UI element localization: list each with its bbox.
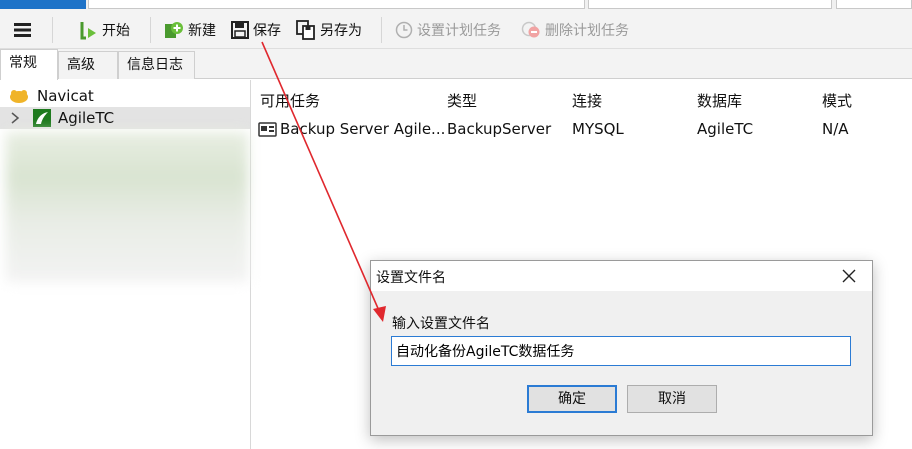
tree-root-label: Navicat xyxy=(37,87,94,105)
start-button[interactable]: 开始 xyxy=(80,19,130,41)
schema-cell: N/A xyxy=(822,120,849,138)
tree-root-navicat[interactable]: Navicat xyxy=(8,85,94,107)
tree-item-agiletc[interactable]: AgileTC xyxy=(0,107,250,129)
new-label: 新建 xyxy=(188,23,216,39)
tab-general-label: 常规 xyxy=(9,55,37,71)
toolbar-separator xyxy=(52,17,53,43)
connection-icon xyxy=(33,109,51,127)
connection-tree: Navicat AgileTC xyxy=(0,80,251,449)
connection-cell: MYSQL xyxy=(572,120,624,138)
save-as-icon xyxy=(296,20,315,40)
column-header-connection[interactable]: 连接 xyxy=(572,90,602,111)
task-icon xyxy=(258,121,277,137)
menu-button[interactable] xyxy=(13,19,33,41)
menu-icon xyxy=(14,23,31,37)
save-as-label: 另存为 xyxy=(320,23,362,39)
tab-advanced[interactable]: 高级 xyxy=(58,51,118,79)
save-as-button[interactable]: 另存为 xyxy=(296,19,362,41)
extra-field[interactable] xyxy=(836,0,912,9)
toolbar: 开始 新建 保存 另存为 设置计划任务 删除计划任务 xyxy=(0,9,912,49)
blurred-connections xyxy=(6,132,248,282)
toolbar-separator xyxy=(381,17,382,43)
tab-message-log-label: 信息日志 xyxy=(127,57,183,73)
start-icon xyxy=(80,22,96,40)
set-schedule-button[interactable]: 设置计划任务 xyxy=(395,19,501,41)
close-icon[interactable] xyxy=(840,267,858,285)
address-field[interactable] xyxy=(88,0,585,9)
column-header-database[interactable]: 数据库 xyxy=(697,90,742,111)
task-cell: Backup Server Agile... xyxy=(258,120,445,138)
delete-schedule-label: 删除计划任务 xyxy=(545,23,629,39)
start-label: 开始 xyxy=(102,23,130,39)
save-label: 保存 xyxy=(253,23,281,39)
search-field[interactable] xyxy=(588,0,832,9)
tab-general[interactable]: 常规 xyxy=(0,49,58,80)
delete-schedule-icon xyxy=(521,21,540,38)
window-top-strip xyxy=(0,0,912,9)
tab-message-log[interactable]: 信息日志 xyxy=(118,51,195,79)
dialog-titlebar: 设置文件名 xyxy=(371,261,872,291)
save-icon xyxy=(231,21,249,39)
clock-icon xyxy=(395,21,413,39)
active-window-tab[interactable] xyxy=(0,0,86,9)
filename-label: 输入设置文件名 xyxy=(392,316,490,332)
cancel-button[interactable]: 取消 xyxy=(627,385,717,413)
save-button[interactable]: 保存 xyxy=(231,19,281,41)
column-header-task[interactable]: 可用任务 xyxy=(260,90,320,111)
type-cell: BackupServer xyxy=(447,120,552,138)
database-cell: AgileTC xyxy=(697,120,754,138)
delete-schedule-button[interactable]: 删除计划任务 xyxy=(521,19,629,41)
task-name: Backup Server Agile... xyxy=(280,120,446,138)
new-button[interactable]: 新建 xyxy=(164,19,216,41)
set-filename-dialog: 设置文件名 输入设置文件名 确定 取消 xyxy=(370,260,873,436)
tree-item-label: AgileTC xyxy=(58,109,115,127)
toolbar-separator xyxy=(150,17,151,43)
dialog-title: 设置文件名 xyxy=(376,270,446,286)
tab-advanced-label: 高级 xyxy=(67,57,95,73)
ok-button[interactable]: 确定 xyxy=(527,385,617,413)
navicat-icon xyxy=(10,90,28,103)
set-schedule-label: 设置计划任务 xyxy=(417,23,501,39)
new-icon xyxy=(165,22,183,38)
tab-bar: 常规 高级 信息日志 xyxy=(0,49,912,80)
filename-input[interactable] xyxy=(391,336,851,366)
column-header-type[interactable]: 类型 xyxy=(447,90,477,111)
column-header-schema[interactable]: 模式 xyxy=(822,90,852,111)
expand-chevron-icon[interactable] xyxy=(10,112,20,124)
